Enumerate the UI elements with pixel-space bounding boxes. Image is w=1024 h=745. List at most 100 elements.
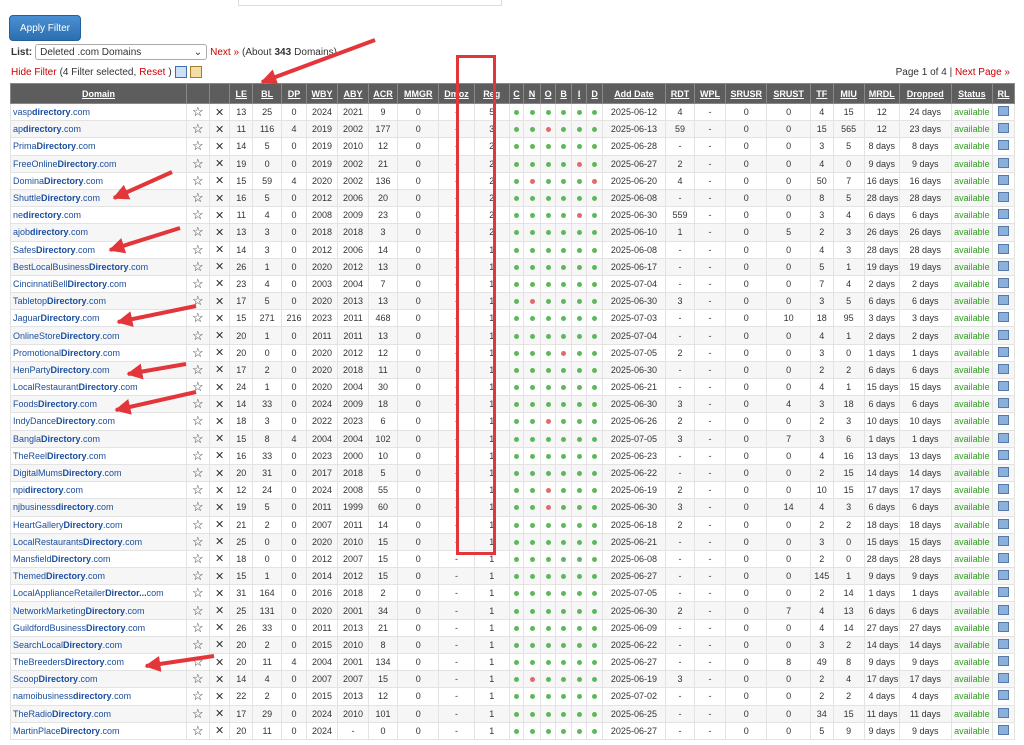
rl-cell[interactable]	[992, 120, 1015, 139]
star-icon[interactable]: ☆	[192, 225, 204, 240]
close-icon[interactable]: ✕	[208, 309, 231, 328]
col-header[interactable]: Dropped	[898, 83, 952, 104]
domain-cell[interactable]: SearchLocalDirectory.com	[10, 635, 187, 655]
rl-cell[interactable]	[992, 257, 1015, 276]
domain-cell[interactable]: CincinnatiBellDirectory.com	[10, 274, 187, 294]
close-icon[interactable]: ✕	[208, 102, 231, 122]
star-icon[interactable]: ☆	[192, 414, 204, 429]
domain-cell[interactable]: TheReelDirectory.com	[10, 446, 187, 465]
close-icon[interactable]: ✕	[215, 571, 224, 583]
close-icon[interactable]: ✕	[215, 433, 224, 445]
close-icon[interactable]: ✕	[215, 364, 224, 376]
close-icon[interactable]: ✕	[208, 326, 231, 345]
close-icon[interactable]: ✕	[208, 360, 231, 380]
col-header[interactable]: Add Date	[601, 83, 667, 104]
star-icon[interactable]: ☆	[192, 500, 204, 515]
domain-cell[interactable]: IndyDanceDirectory.com	[10, 412, 187, 431]
rl-icon[interactable]	[998, 140, 1010, 151]
star-icon[interactable]: ☆	[185, 395, 210, 414]
close-icon[interactable]: ✕	[208, 343, 231, 362]
rl-icon[interactable]	[998, 432, 1010, 443]
close-icon[interactable]: ✕	[215, 244, 224, 256]
close-icon[interactable]: ✕	[208, 704, 231, 723]
col-header[interactable]: LE	[229, 83, 254, 104]
star-icon[interactable]: ☆	[185, 154, 210, 173]
rl-cell[interactable]	[992, 309, 1015, 328]
star-icon[interactable]: ☆	[192, 259, 204, 274]
col-header[interactable]: MIU	[832, 83, 865, 104]
domain-cell[interactable]: HenPartyDirectory.com	[10, 360, 187, 380]
rl-cell[interactable]	[992, 670, 1015, 689]
star-icon[interactable]: ☆	[185, 360, 210, 380]
close-icon[interactable]: ✕	[215, 382, 224, 394]
star-icon[interactable]: ☆	[185, 635, 210, 655]
close-icon[interactable]: ✕	[215, 691, 224, 703]
domain-cell[interactable]: ScoopDirectory.com	[10, 670, 187, 689]
rl-icon[interactable]	[998, 484, 1010, 495]
col-header[interactable]: N	[523, 83, 541, 104]
star-icon[interactable]: ☆	[192, 276, 204, 291]
domain-cell[interactable]: LocalRestaurantDirectory.com	[10, 377, 187, 397]
close-icon[interactable]: ✕	[208, 601, 231, 620]
close-icon[interactable]: ✕	[215, 502, 224, 514]
domain-cell[interactable]: BanglaDirectory.com	[10, 429, 187, 448]
close-icon[interactable]: ✕	[208, 652, 231, 672]
star-icon[interactable]: ☆	[185, 326, 210, 345]
rl-cell[interactable]	[992, 498, 1015, 517]
rl-icon[interactable]	[998, 656, 1010, 667]
star-icon[interactable]: ☆	[192, 603, 204, 618]
col-header[interactable]: O	[539, 83, 557, 104]
close-icon[interactable]: ✕	[208, 532, 231, 551]
star-icon[interactable]: ☆	[192, 311, 204, 326]
close-icon[interactable]: ✕	[208, 549, 231, 569]
rl-icon[interactable]	[998, 260, 1010, 271]
col-header[interactable]: Domain	[10, 83, 187, 104]
rl-cell[interactable]	[992, 463, 1015, 483]
rl-icon[interactable]	[998, 243, 1010, 254]
close-icon[interactable]: ✕	[215, 193, 224, 205]
domain-cell[interactable]: FreeOnlineDirectory.com	[10, 154, 187, 173]
rl-icon[interactable]	[998, 346, 1010, 357]
col-header[interactable]: MRDL	[863, 83, 900, 104]
domain-cell[interactable]: DigitalMumsDirectory.com	[10, 463, 187, 483]
star-icon[interactable]: ☆	[185, 481, 210, 500]
domain-cell[interactable]: DominaDirectory.com	[10, 171, 187, 190]
star-icon[interactable]: ☆	[185, 137, 210, 156]
rl-cell[interactable]	[992, 395, 1015, 414]
rl-cell[interactable]	[992, 549, 1015, 569]
close-icon[interactable]: ✕	[208, 429, 231, 448]
close-icon[interactable]: ✕	[208, 635, 231, 655]
rl-cell[interactable]	[992, 532, 1015, 551]
rl-cell[interactable]	[992, 137, 1015, 156]
close-icon[interactable]: ✕	[215, 296, 224, 308]
close-icon[interactable]: ✕	[215, 622, 224, 634]
star-icon[interactable]: ☆	[192, 208, 204, 223]
close-icon[interactable]: ✕	[208, 584, 231, 603]
close-icon[interactable]: ✕	[208, 618, 231, 637]
rl-cell[interactable]	[992, 429, 1015, 448]
rl-icon[interactable]	[998, 398, 1010, 409]
rl-cell[interactable]	[992, 652, 1015, 672]
save-icon[interactable]	[174, 66, 187, 78]
close-icon[interactable]: ✕	[208, 223, 231, 242]
star-icon[interactable]: ☆	[185, 601, 210, 620]
rl-icon[interactable]	[998, 295, 1010, 306]
rl-icon[interactable]	[998, 638, 1010, 649]
rl-cell[interactable]	[992, 704, 1015, 723]
close-icon[interactable]: ✕	[208, 171, 231, 190]
rl-cell[interactable]	[992, 188, 1015, 208]
domain-cell[interactable]: PrimaDirectory.com	[10, 137, 187, 156]
rl-icon[interactable]	[998, 621, 1010, 632]
star-icon[interactable]: ☆	[185, 171, 210, 190]
col-header[interactable]: ACR	[368, 83, 399, 104]
col-header[interactable]: RDT	[665, 83, 695, 104]
rl-icon[interactable]	[998, 570, 1010, 581]
star-icon[interactable]: ☆	[185, 240, 210, 259]
star-icon[interactable]: ☆	[192, 397, 204, 412]
domain-cell[interactable]: vaspdirectory.com	[10, 102, 187, 122]
close-icon[interactable]: ✕	[208, 481, 231, 500]
close-icon[interactable]: ✕	[215, 485, 224, 497]
star-icon[interactable]: ☆	[185, 721, 210, 740]
star-icon[interactable]: ☆	[192, 620, 204, 635]
close-icon[interactable]: ✕	[208, 412, 231, 431]
